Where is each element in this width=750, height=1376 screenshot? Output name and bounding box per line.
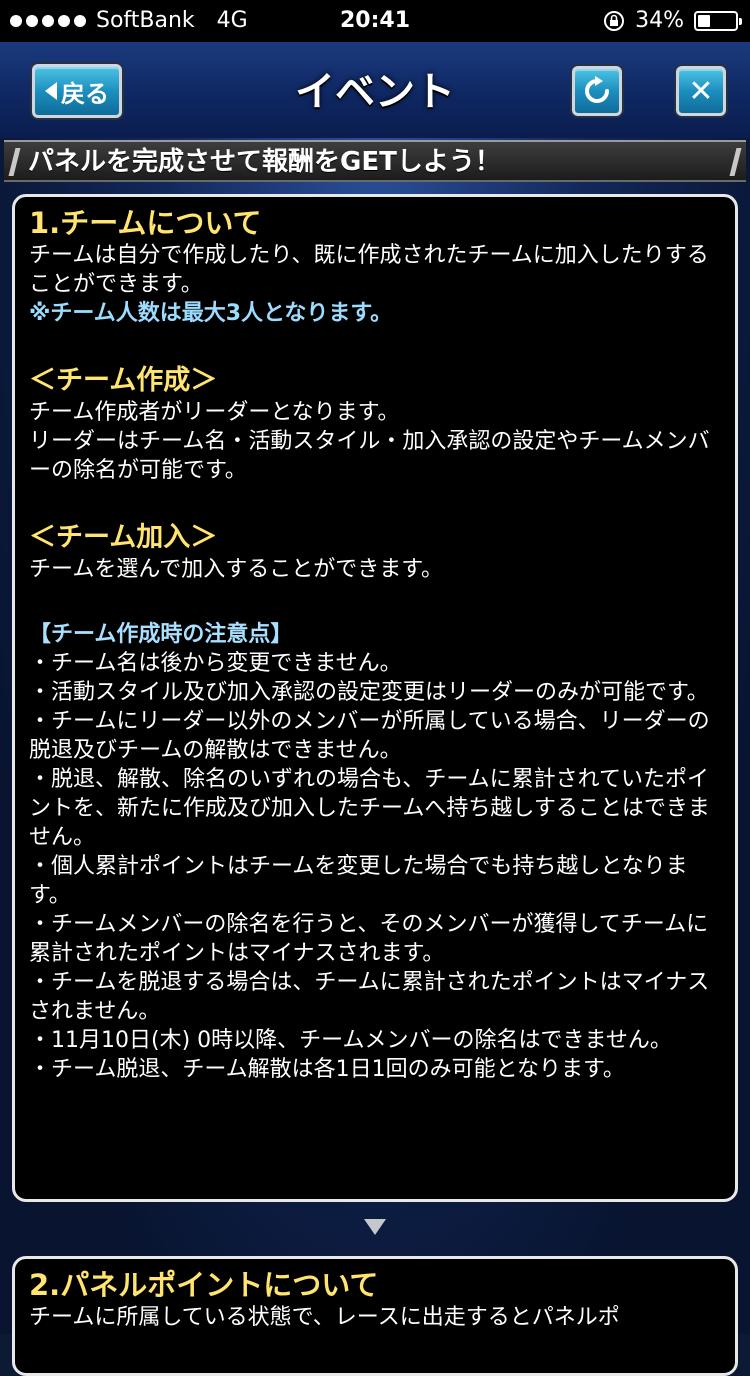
reload-icon bbox=[585, 76, 609, 103]
subsection-title-join: ＜チーム加入＞ bbox=[29, 522, 218, 553]
notice-item: ・チーム脱退、チーム解散は各1日1回のみ可能となります。 bbox=[29, 1057, 625, 1082]
banner-stripe-left bbox=[8, 148, 21, 176]
notice-item: ・チームにリーダー以外のメンバーが所属している場合、リーダーの脱退及びチームの解… bbox=[29, 709, 710, 763]
notice-list: ・チーム名は後から変更できません。 ・活動スタイル及び加入承認の設定変更はリーダ… bbox=[29, 649, 721, 1084]
banner-text: パネルを完成させて報酬をGETしよう！ bbox=[28, 147, 501, 177]
notice-item: ・脱退、解散、除名のいずれの場合も、チームに累計されていたポイントを、新たに作成… bbox=[29, 767, 710, 850]
team-info-panel: 1.チームについて チームは自分で作成したり、既に作成されたチームに加入したりす… bbox=[12, 194, 738, 1202]
battery-fill bbox=[698, 15, 710, 27]
battery-icon bbox=[694, 11, 742, 31]
team-intro-text: チームは自分で作成したり、既に作成されたチームに加入したりすることができます。 bbox=[29, 243, 709, 297]
back-button-label: 戻る bbox=[61, 79, 109, 108]
team-create-text: チーム作成者がリーダーとなります。 リーダーはチーム名・活動スタイル・加入承認の… bbox=[29, 400, 710, 483]
back-arrow-icon bbox=[45, 82, 57, 100]
status-bar: SoftBank 4G 20:41 34% bbox=[0, 0, 750, 42]
close-icon: ✕ bbox=[688, 73, 714, 109]
reload-button[interactable] bbox=[572, 66, 622, 116]
notice-item: ・個人累計ポイントはチームを変更した場合でも持ち越しとなります。 bbox=[29, 854, 688, 908]
team-size-note: ※チーム人数は最大3人となります。 bbox=[29, 301, 393, 326]
notice-item: ・11月10日(木) 0時以降、チームメンバーの除名はできません。 bbox=[29, 1028, 672, 1053]
subsection-title-create: ＜チーム作成＞ bbox=[29, 365, 218, 396]
panel-points-text: チームに所属している状態で、レースに出走するとパネルポ bbox=[29, 1305, 620, 1330]
notice-title: 【チーム作成時の注意点】 bbox=[29, 622, 293, 647]
battery-percent: 34% bbox=[635, 8, 684, 33]
banner-stripe-right bbox=[729, 148, 742, 176]
close-button[interactable]: ✕ bbox=[676, 66, 726, 116]
rotation-lock-icon bbox=[604, 11, 625, 31]
status-right: 34% bbox=[603, 0, 742, 42]
panel-point-panel: 2.パネルポイントについて チームに所属している状態で、レースに出走するとパネル… bbox=[12, 1256, 738, 1376]
notice-item: ・チームを脱退する場合は、チームに累計されたポイントはマイナスされません。 bbox=[29, 970, 710, 1024]
notice-item: ・チーム名は後から変更できません。 bbox=[29, 651, 402, 676]
team-join-text: チームを選んで加入することができます。 bbox=[29, 557, 444, 582]
section-title-team: 1.チームについて bbox=[29, 206, 262, 240]
event-banner: パネルを完成させて報酬をGETしよう！ bbox=[4, 140, 746, 182]
section-title-panel-points: 2.パネルポイントについて bbox=[29, 1268, 379, 1302]
back-button[interactable]: 戻る bbox=[32, 64, 122, 118]
scroll-down-arrow-icon bbox=[364, 1219, 386, 1235]
notice-item: ・活動スタイル及び加入承認の設定変更はリーダーのみが可能です。 bbox=[29, 680, 709, 705]
notice-item: ・チームメンバーの除名を行うと、そのメンバーが獲得してチームに累計されたポイント… bbox=[29, 912, 709, 966]
